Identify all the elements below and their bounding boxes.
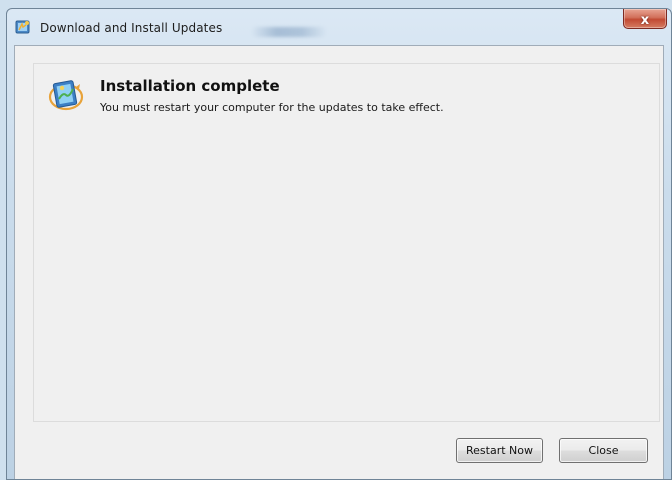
- title-bar[interactable]: Download and Install Updates x: [7, 9, 671, 45]
- status-panel: Installation complete You must restart y…: [33, 63, 660, 422]
- installer-window: Download and Install Updates x Installat…: [6, 8, 672, 480]
- status-heading: Installation complete: [100, 77, 280, 95]
- close-window-button[interactable]: x: [623, 9, 667, 29]
- status-message: You must restart your computer for the u…: [100, 101, 444, 114]
- restart-now-button[interactable]: Restart Now: [456, 438, 543, 463]
- windows-update-icon: [48, 80, 84, 111]
- window-title: Download and Install Updates: [40, 21, 223, 35]
- close-button[interactable]: Close: [559, 438, 648, 463]
- close-icon: x: [640, 13, 650, 28]
- windows-update-icon: [15, 20, 30, 34]
- window-client-area: Installation complete You must restart y…: [14, 45, 664, 479]
- title-blur-decoration: [251, 27, 327, 37]
